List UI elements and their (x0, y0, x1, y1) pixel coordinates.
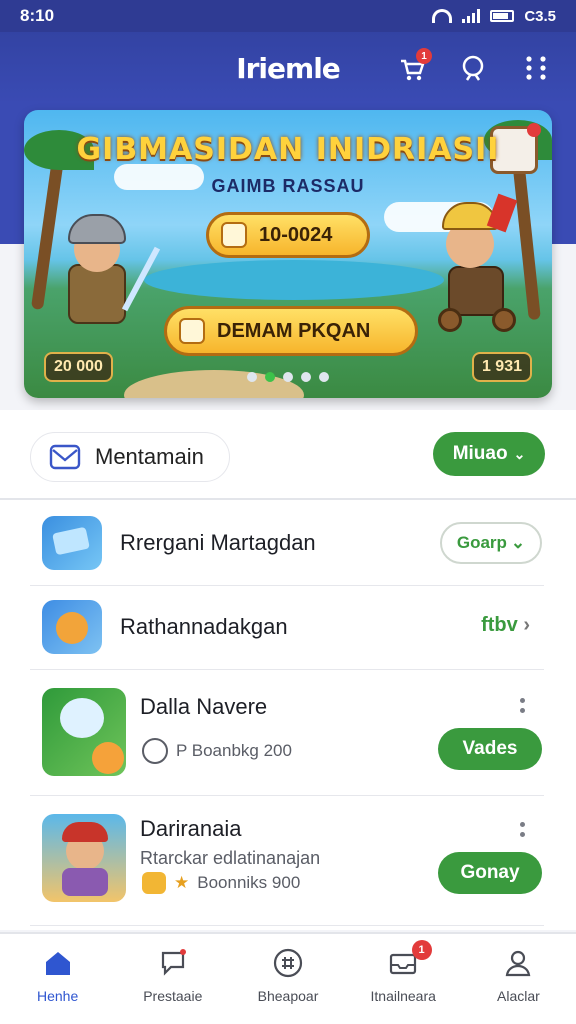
list-item-meta: ★ Boonniks 900 (142, 872, 300, 894)
game-thumbnail (42, 516, 102, 570)
list-item-action-link[interactable]: ftbv › (481, 614, 530, 637)
list-item[interactable]: Rrergani Martagdan Goarp ⌄ (30, 502, 544, 586)
home-icon (41, 946, 75, 980)
app-bar: Iriemle 1 (0, 32, 576, 104)
banner-reward-pill[interactable]: 10-0024 (206, 212, 370, 258)
carousel-dot[interactable] (283, 372, 293, 382)
cart-badge: 1 (416, 48, 432, 64)
grid-dots-icon (526, 56, 546, 80)
chevron-right-icon: › (523, 614, 530, 636)
banner-reward-label: 10-0024 (259, 223, 333, 246)
nav-label: Bheapoar (257, 988, 319, 1004)
game-thumbnail (42, 688, 126, 776)
kebab-menu-icon[interactable] (520, 698, 526, 718)
more-menu-button[interactable] (518, 50, 554, 86)
star-icon: ★ (174, 873, 190, 892)
more-dropdown-button[interactable]: Miuao ⌄ (433, 432, 545, 476)
nav-item-explore[interactable]: Bheapoar (230, 934, 345, 1024)
battery-icon (490, 10, 515, 22)
list-item[interactable]: Dalla Navere P Boanbkg 200 Vades (30, 670, 544, 796)
clock-icon (142, 738, 168, 764)
list-item-action-button[interactable]: Vades (438, 728, 542, 770)
list-item[interactable]: Dariranaia Rtarckar edlatinanajan ★ Boon… (30, 796, 544, 926)
filter-chip[interactable]: Mentamain (30, 432, 230, 482)
warrior-character (418, 193, 528, 336)
grid-icon (271, 946, 305, 980)
signal-icon (462, 9, 481, 23)
list-item-title: Rrergani Martagdan (120, 530, 316, 555)
list-item-action-label: ftbv (481, 614, 518, 636)
chevron-down-icon: ⌄ (510, 533, 526, 552)
carousel-dot[interactable] (247, 372, 257, 382)
chat-icon (156, 946, 190, 980)
status-icons: C3.5 (432, 8, 556, 25)
carousel-dot[interactable] (301, 372, 311, 382)
bottom-navigation: Henhe Prestaaie Bheapoar 1 Itnailneara A… (0, 932, 576, 1024)
nav-item-profile[interactable]: Alaclar (461, 934, 576, 1024)
banner-cta-button[interactable]: DEMAM PKQAN (164, 306, 418, 356)
search-button[interactable] (456, 50, 492, 86)
list-item-title: Dariranaia (140, 816, 242, 841)
list-item-meta-text: P Boanbkg 200 (176, 741, 292, 760)
kebab-menu-icon[interactable] (520, 822, 526, 842)
inbox-badge: 1 (411, 940, 432, 960)
filter-row: Mentamain Miuao ⌄ (0, 410, 576, 500)
list-item-subtitle: Rtarckar edlatinanajan (140, 848, 321, 868)
nav-item-chat[interactable]: Prestaaie (115, 934, 230, 1024)
list-item[interactable]: Rathannadakgan ftbv › (30, 586, 544, 670)
nav-item-home[interactable]: Henhe (0, 934, 115, 1024)
search-icon (462, 55, 484, 81)
coin-icon (142, 872, 166, 894)
list-item-action-button[interactable]: Goarp ⌄ (440, 522, 542, 564)
more-dropdown-label: Miuao (452, 443, 508, 464)
list-item-title: Rathannadakgan (120, 614, 288, 639)
mail-check-icon (49, 444, 81, 470)
nav-item-inbox[interactable]: 1 Itnailneara (346, 934, 461, 1024)
nav-label: Henhe (36, 988, 79, 1004)
nav-label: Alaclar (497, 988, 540, 1004)
cart-button[interactable]: 1 (394, 48, 432, 86)
promo-banner[interactable]: GIBMASIDAN INIDRIASII GAIMB RASSAU 10-00… (24, 110, 552, 398)
app-bar-actions: 1 (394, 48, 554, 86)
carousel-dot-active[interactable] (265, 372, 275, 382)
list-item-meta: P Boanbkg 200 (142, 738, 292, 764)
knight-character (54, 214, 161, 344)
status-time: 8:10 (20, 6, 55, 25)
status-bar: 8:10 C3.5 (0, 0, 576, 32)
filter-chip-label: Mentamain (95, 444, 204, 469)
nav-label: Itnailneara (370, 988, 436, 1004)
game-thumbnail (42, 814, 126, 902)
carousel-indicator (24, 372, 552, 382)
game-thumbnail (42, 600, 102, 654)
sea (144, 260, 444, 300)
list-item-action-button[interactable]: Gonay (438, 852, 542, 894)
chevron-down-icon: ⌄ (513, 445, 526, 462)
ticket-icon (221, 222, 247, 248)
scroll-icon (179, 318, 205, 344)
banner-cta-label: DEMAM PKQAN (217, 319, 371, 342)
list-item-action-label: Goarp (456, 533, 507, 552)
list-item-title: Dalla Navere (140, 694, 268, 719)
battery-label: C3.5 (524, 7, 556, 25)
list-item-meta-text: Boonniks 900 (197, 873, 301, 892)
nav-label: Prestaaie (143, 988, 203, 1004)
banner-title: GIBMASIDAN INIDRIASII (76, 132, 500, 167)
banner-subtitle: GAIMB RASSAU (211, 176, 365, 196)
wifi-icon (432, 9, 453, 23)
carousel-dot[interactable] (319, 372, 329, 382)
app-logo: Iriemle (236, 51, 341, 85)
profile-icon (501, 946, 535, 980)
